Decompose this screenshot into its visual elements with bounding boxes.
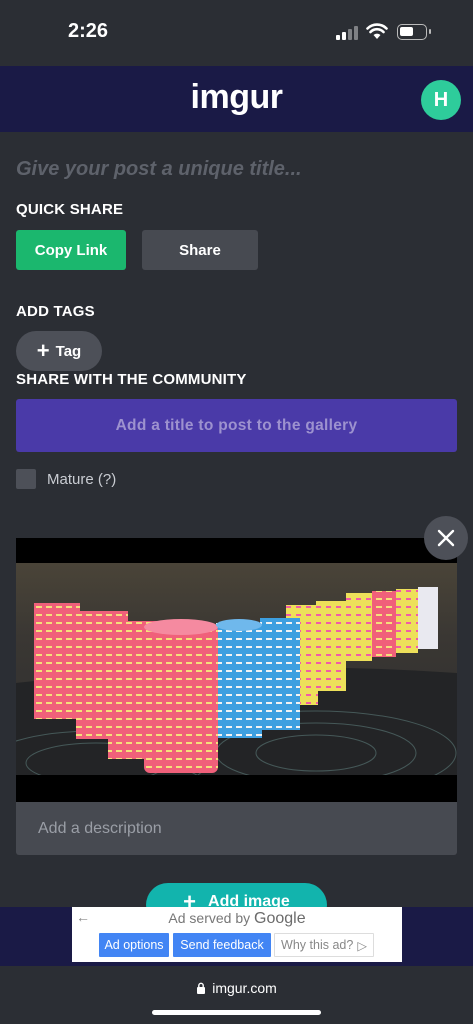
share-button[interactable]: Share xyxy=(142,230,258,270)
poker-chips-photo xyxy=(16,563,457,775)
quick-share-heading: QUICK SHARE xyxy=(16,201,124,218)
cellular-signal-icon xyxy=(336,26,360,40)
why-this-ad-button[interactable]: Why this ad? ▷ xyxy=(274,933,374,957)
url-text: imgur.com xyxy=(212,980,277,996)
ad-options-button[interactable]: Ad options xyxy=(99,933,169,957)
image-description-input[interactable] xyxy=(16,802,457,855)
browser-address-bar: imgur.com xyxy=(0,966,473,1024)
uploaded-image xyxy=(16,538,457,802)
add-tag-button[interactable]: + Tag xyxy=(16,331,102,371)
add-tags-heading: ADD TAGS xyxy=(16,303,95,320)
post-to-gallery-button[interactable]: Add a title to post to the gallery xyxy=(16,399,457,452)
send-feedback-button[interactable]: Send feedback xyxy=(173,933,271,957)
header: imgur xyxy=(0,66,473,132)
copy-link-button[interactable]: Copy Link xyxy=(16,230,126,270)
play-icon: ▷ xyxy=(357,938,367,953)
post-title-input[interactable] xyxy=(16,154,456,184)
user-avatar[interactable]: H xyxy=(421,80,461,120)
battery-icon xyxy=(397,24,431,40)
ad-served-text: Ad served by Google xyxy=(72,910,402,928)
ad-served-label: Ad served by xyxy=(168,910,251,926)
why-this-ad-label: Why this ad? xyxy=(281,938,354,952)
imgur-logo[interactable]: imgur xyxy=(0,78,473,117)
status-time: 2:26 xyxy=(68,20,109,42)
mature-checkbox[interactable] xyxy=(16,469,36,489)
url-display[interactable]: imgur.com xyxy=(0,980,473,996)
wifi-icon xyxy=(366,23,388,39)
google-logo: Google xyxy=(254,910,306,927)
mature-toggle[interactable]: Mature (?) xyxy=(16,468,116,490)
close-icon xyxy=(437,529,455,547)
mature-label: Mature (?) xyxy=(47,470,117,488)
remove-image-button[interactable] xyxy=(424,516,468,560)
home-indicator[interactable] xyxy=(152,1010,321,1015)
share-community-heading: SHARE WITH THE COMMUNITY xyxy=(16,371,247,388)
status-bar: 2:26 xyxy=(0,0,473,66)
lock-icon xyxy=(197,982,206,994)
tag-button-label: Tag xyxy=(55,342,82,360)
google-ad: ← Ad served by Google Ad options Send fe… xyxy=(72,907,402,962)
plus-icon: + xyxy=(36,338,50,363)
